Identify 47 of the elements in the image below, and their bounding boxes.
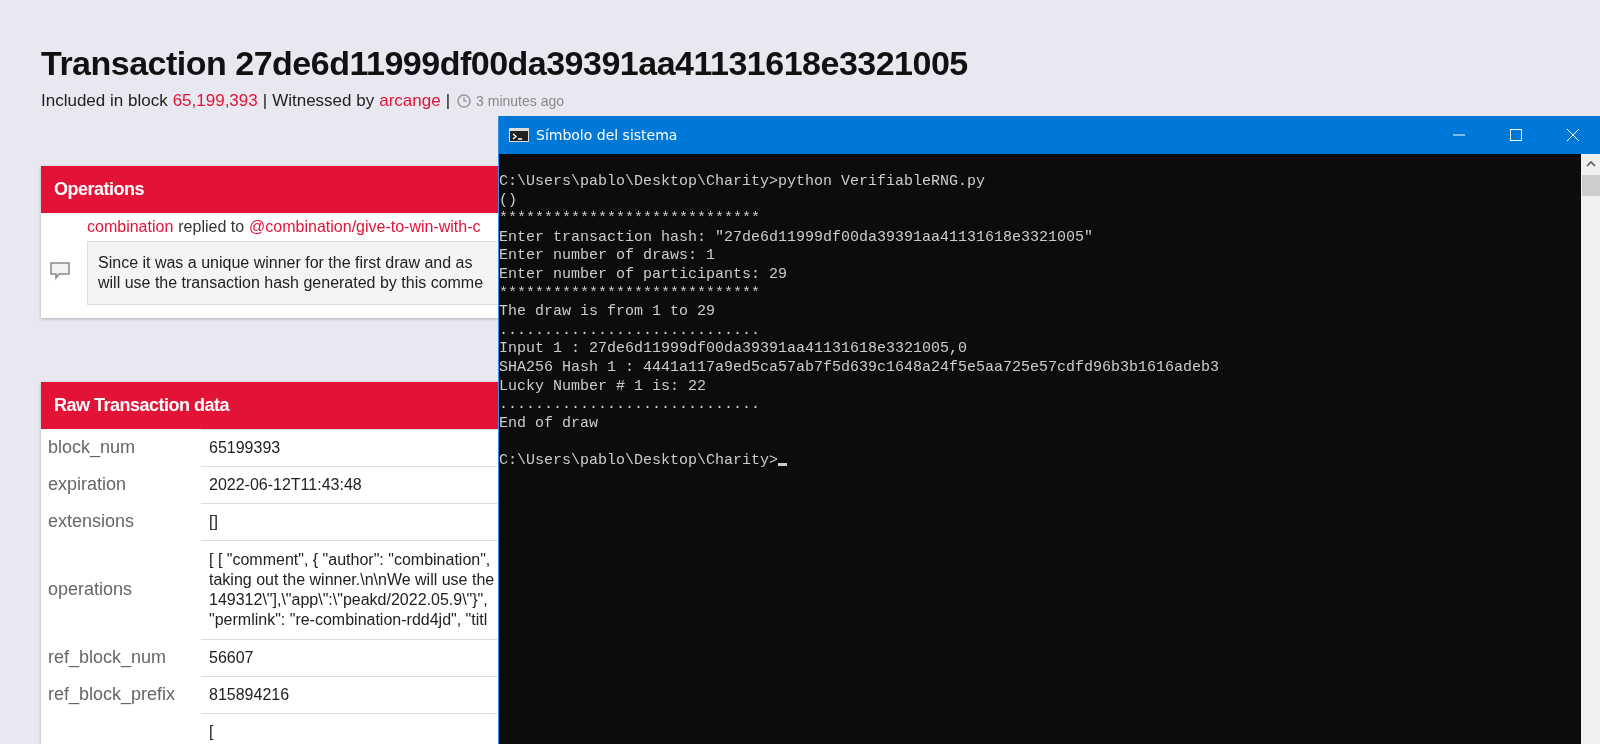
field-value: [] bbox=[209, 513, 218, 530]
console-line: C:\Users\pablo\Desktop\Charity> bbox=[499, 451, 779, 469]
page-title: Transaction 27de6d11999df00da39391aa41131618e3321005 bbox=[41, 44, 969, 83]
close-icon[interactable] bbox=[1566, 129, 1579, 141]
block-link[interactable]: 65,199,393 bbox=[172, 91, 258, 111]
meta-text: Included in block bbox=[41, 91, 168, 111]
console-line: C:\Users\pablo\Desktop\Charity>python VerifiableRNG.py bbox=[499, 173, 986, 190]
text-cursor bbox=[778, 462, 788, 466]
scroll-thumb[interactable] bbox=[1581, 175, 1600, 196]
separator: | bbox=[262, 91, 268, 111]
console-line: () bbox=[499, 191, 517, 209]
console-line: ***************************** bbox=[499, 284, 761, 302]
witness-link[interactable]: arcange bbox=[379, 91, 441, 111]
field-name: extensions bbox=[48, 511, 135, 532]
field-value: [ [ "comment", { "author": "combination", taking out the winner.\n\nWe will use the 149312\"],\"app\":\"peakd/2022.05.9\"}", "permlink": "re-combination-rdd4jd", "titl bbox=[209, 551, 495, 628]
field-value: 815894216 bbox=[209, 686, 290, 703]
field-value: 65199393 bbox=[209, 439, 281, 456]
field-name: block_num bbox=[48, 437, 136, 458]
clock-icon bbox=[457, 94, 472, 108]
console-line: ............................. bbox=[499, 321, 761, 339]
console-line: The draw is from 1 to 29 bbox=[499, 303, 716, 321]
window-title: Símbolo del sistema bbox=[536, 127, 678, 143]
scroll-up-icon[interactable] bbox=[1586, 161, 1596, 167]
console-line: End of draw bbox=[499, 414, 599, 432]
post-link[interactable]: @combination/give-to-win-with-c bbox=[249, 218, 481, 236]
field-value: [ bbox=[209, 723, 214, 740]
field-value: 2022-06-12T11:43:48 bbox=[209, 476, 362, 493]
field-name: expiration bbox=[48, 474, 127, 495]
action-text: replied to bbox=[178, 218, 245, 236]
field-name: ref_block_num bbox=[48, 647, 167, 668]
separator: | bbox=[445, 91, 451, 111]
field-name: ref_block_prefix bbox=[48, 684, 176, 705]
console-line: ............................. bbox=[499, 396, 761, 414]
console-line: Enter number of draws: 1 bbox=[499, 247, 716, 265]
field-name: operations bbox=[48, 579, 133, 600]
field-value: 56607 bbox=[209, 649, 254, 666]
maximize-icon[interactable] bbox=[1509, 129, 1522, 141]
console-icon bbox=[509, 128, 529, 142]
console-line: SHA256 Hash 1 : 4441a117a9ed5ca57ab7f5d639c1648a24f5e5aa725e57cdfd96b3b1616adeb3 bbox=[499, 358, 1220, 376]
console-line: ***************************** bbox=[499, 210, 761, 228]
author-link[interactable]: combination bbox=[87, 218, 174, 236]
console-line: Input 1 : 27de6d11999df00da39391aa41131618e3321005,0 bbox=[499, 340, 968, 358]
console-line: Enter number of participants: 29 bbox=[499, 265, 788, 283]
meta-text: Witnessed by bbox=[272, 91, 375, 111]
comment-icon bbox=[49, 260, 71, 281]
timestamp: 3 minutes ago bbox=[476, 93, 564, 109]
scrollbar[interactable] bbox=[1581, 154, 1600, 744]
